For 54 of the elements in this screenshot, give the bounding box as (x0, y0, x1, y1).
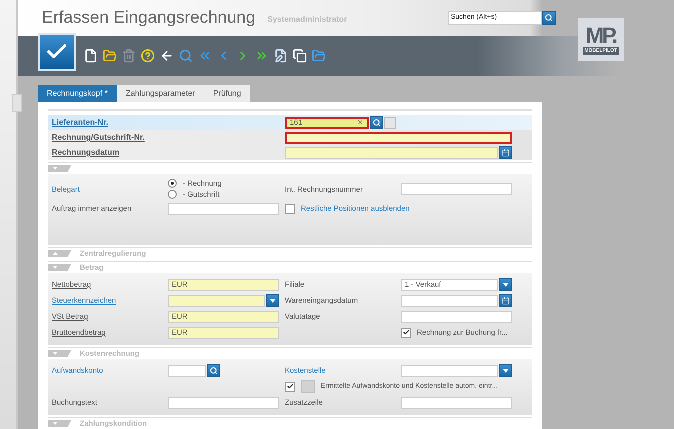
caret-icon (53, 252, 58, 255)
tab[interactable]: Prüfung (204, 85, 250, 102)
dropdown-button[interactable] (499, 364, 512, 377)
section-toggle[interactable] (48, 264, 72, 272)
caret-icon (53, 167, 58, 170)
field-label: Rechnungsdatum (52, 148, 121, 157)
folder-icon[interactable] (312, 48, 326, 63)
caret-icon (270, 298, 276, 302)
calendar-icon (502, 296, 510, 304)
search-icon[interactable] (179, 48, 193, 63)
back-arrow-icon[interactable] (160, 48, 174, 63)
section-toggle[interactable] (48, 420, 72, 428)
checkbox[interactable] (285, 382, 295, 392)
search-icon (545, 14, 553, 22)
calendar-icon (502, 148, 510, 156)
document-edit-icon[interactable] (274, 48, 288, 63)
field-label: Lieferanten-Nr. (52, 118, 110, 127)
search-button[interactable] (207, 364, 220, 377)
caret-icon (502, 282, 508, 286)
calendar-button[interactable] (499, 146, 512, 159)
search-icon (210, 366, 218, 374)
folder-icon[interactable] (103, 48, 117, 63)
help-icon[interactable] (141, 48, 155, 63)
trash-icon[interactable] (122, 48, 136, 63)
caret-icon (53, 266, 58, 269)
search-button[interactable] (542, 10, 556, 25)
window-title: Erfassen Eingangsrechnung (42, 8, 256, 28)
user-name: Systemadministrator (268, 14, 348, 24)
expand-handle[interactable] (12, 94, 22, 112)
check-icon (402, 329, 410, 336)
clear-icon[interactable] (357, 119, 364, 126)
tab[interactable]: Zahlungsparameter (116, 85, 204, 102)
checkbox[interactable] (285, 204, 295, 214)
radio-button[interactable] (168, 190, 177, 199)
search-button[interactable] (370, 116, 383, 129)
field-label: Rechnung/Gutschrift-Nr. (52, 133, 146, 142)
section-toggle[interactable] (48, 164, 72, 172)
caret-icon (502, 368, 508, 372)
section-toggle[interactable] (48, 350, 72, 358)
copy-icon[interactable] (293, 48, 307, 63)
caret-icon (53, 352, 58, 355)
checkbox[interactable] (401, 328, 411, 338)
radio-button[interactable] (168, 179, 177, 188)
check-icon (286, 383, 294, 390)
tab[interactable]: Rechnungskopf * (38, 85, 117, 102)
input-field[interactable] (285, 132, 512, 144)
save-button[interactable] (38, 32, 76, 71)
search-icon (372, 118, 380, 126)
dropdown-button[interactable] (266, 294, 279, 307)
dropdown-button[interactable] (499, 278, 512, 291)
calendar-button[interactable] (499, 294, 512, 307)
section-toggle[interactable] (48, 250, 72, 258)
caret-icon (53, 422, 58, 425)
file-icon[interactable] (84, 48, 98, 63)
